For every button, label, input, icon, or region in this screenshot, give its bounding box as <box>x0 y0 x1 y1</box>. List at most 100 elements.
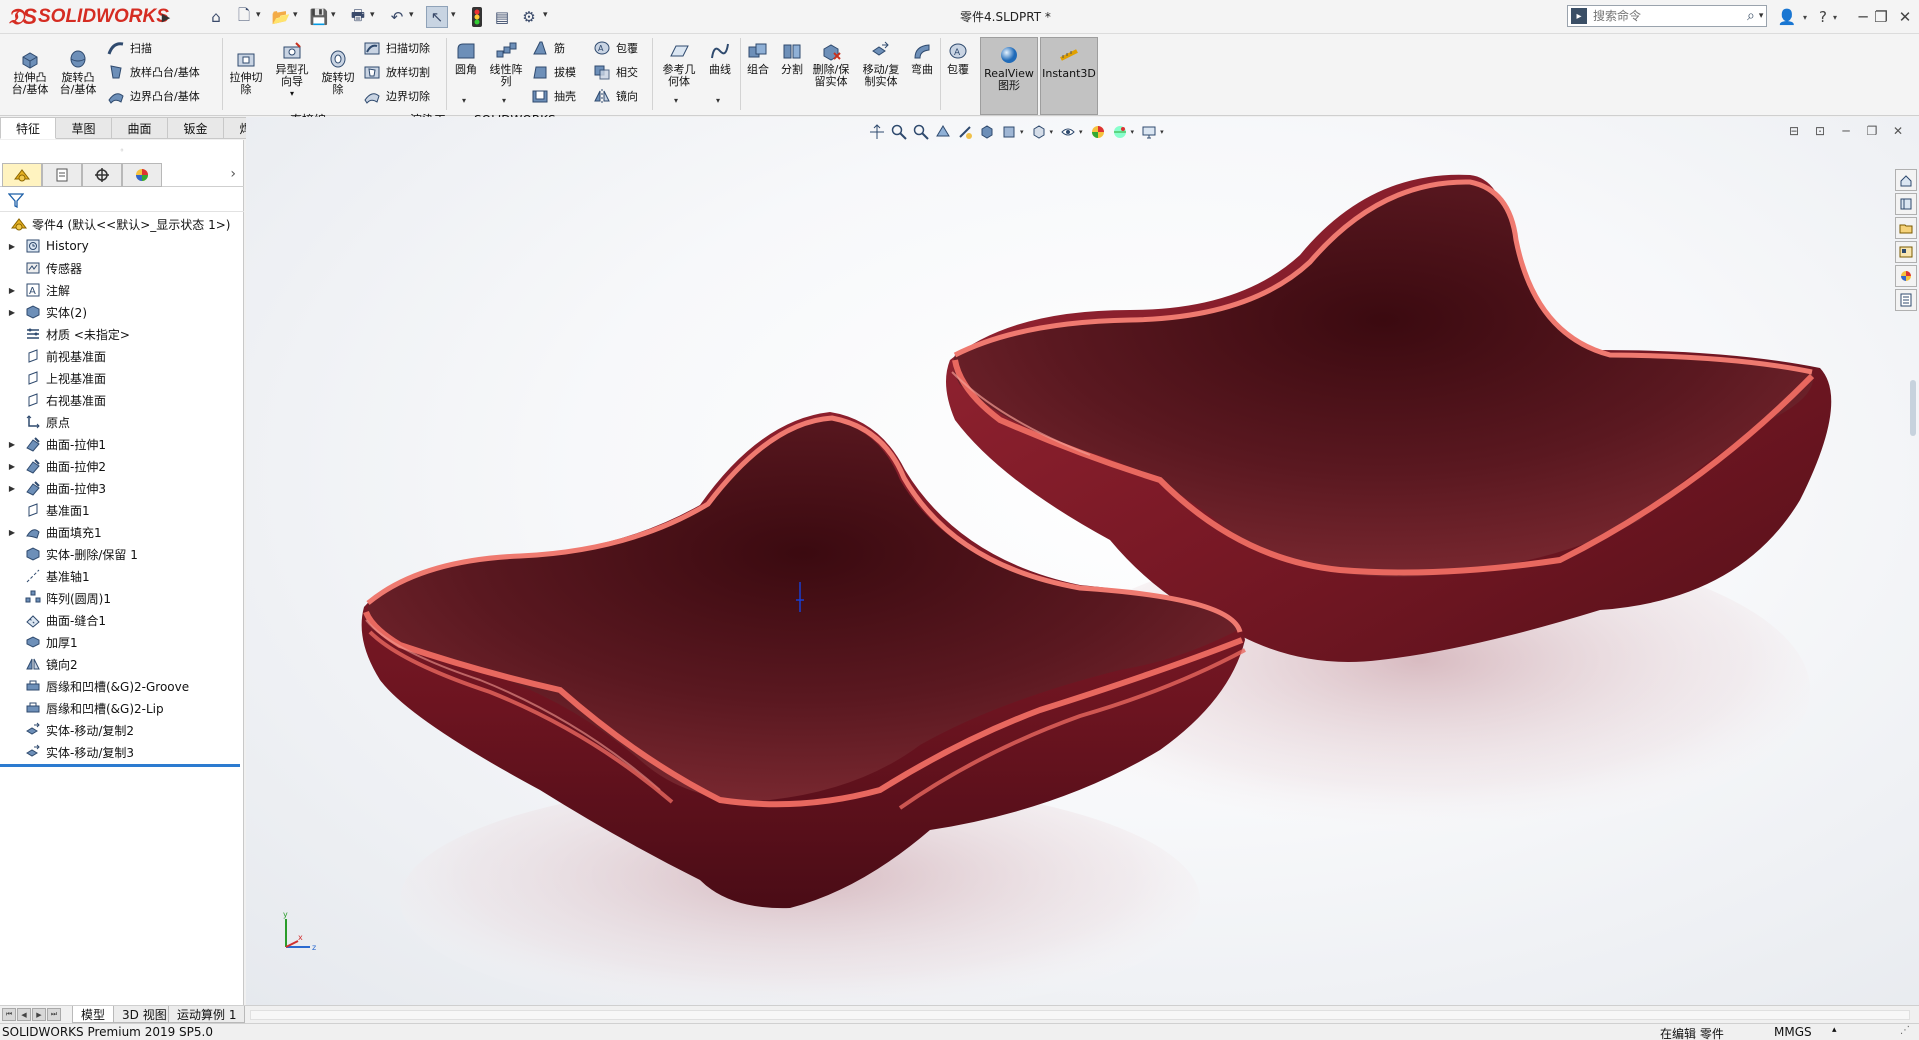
instant3d-button[interactable]: Instant3D <box>1040 37 1098 115</box>
tree-item-6[interactable]: 上视基准面 <box>0 367 244 389</box>
tree-item-9[interactable]: ▶ 曲面-拉伸1 <box>0 433 244 455</box>
feature-manager-tab-icon[interactable] <box>2 163 42 187</box>
tab-3[interactable]: 钣金 <box>168 117 224 139</box>
panel-grip[interactable]: ◦ <box>0 140 244 160</box>
tree-item-15[interactable]: 基准轴1 <box>0 565 244 587</box>
search-command-box[interactable]: ▸ ⌕ ▾ <box>1567 5 1767 27</box>
tree-item-17[interactable]: 曲面-缝合1 <box>0 609 244 631</box>
rib-button[interactable]: 筋 <box>530 38 565 58</box>
loft-boss-button[interactable]: 放样凸台/基体 <box>106 62 200 82</box>
next-tab-icon[interactable]: ▶ <box>32 1008 46 1021</box>
fillet-button[interactable]: 圆角 <box>448 40 484 76</box>
scene-dropdown-icon[interactable]: ▾ <box>1131 128 1135 136</box>
zoom-to-fit-icon[interactable] <box>866 121 888 143</box>
revolve-cut-button[interactable]: 旋转切 除 <box>316 48 360 96</box>
appearances-scenes-icon[interactable] <box>1895 265 1917 287</box>
tab-0[interactable]: 特征 <box>0 117 56 139</box>
view-settings-dropdown-icon[interactable]: ▾ <box>1160 128 1164 136</box>
expand-arrow-icon[interactable]: ▶ <box>6 440 18 449</box>
flex-button[interactable]: 弯曲 <box>906 40 938 76</box>
edit-appearance-icon[interactable] <box>1057 121 1079 143</box>
previous-view-icon[interactable] <box>910 121 932 143</box>
dynamic-annotation-icon[interactable] <box>954 121 976 143</box>
last-tab-icon[interactable]: ⏭ <box>47 1008 61 1021</box>
search-input[interactable] <box>1593 7 1743 25</box>
tree-item-8[interactable]: 原点 <box>0 411 244 433</box>
move-copy-body-button[interactable]: 移动/复 制实体 <box>858 40 904 88</box>
custom-properties-icon[interactable] <box>1895 289 1917 311</box>
filter-icon[interactable] <box>8 192 24 208</box>
wrap-main-button[interactable]: A 包覆 <box>942 40 974 76</box>
tree-item-4[interactable]: 材质 <未指定> <box>0 323 244 345</box>
solidworks-logo[interactable]: 𝔇S SOLIDWORKS <box>8 4 169 29</box>
tree-root-part[interactable]: 零件4 (默认<<默认>_显示状态 1>) <box>0 213 244 235</box>
open-dropdown-icon[interactable]: ▾ <box>293 10 298 20</box>
expand-arrow-icon[interactable]: ▶ <box>6 308 18 317</box>
appearance-dropdown-icon[interactable]: ▾ <box>1079 128 1083 136</box>
extrude-cut-button[interactable]: 拉伸切 除 <box>224 48 268 96</box>
select-dropdown-icon[interactable]: ▾ <box>451 10 456 20</box>
mirror-button[interactable]: 镜向 <box>592 86 638 106</box>
expand-arrow-icon[interactable]: ▶ <box>6 484 18 493</box>
scene-icon[interactable] <box>1109 121 1131 143</box>
curves-dropdown-icon[interactable]: ▾ <box>716 96 720 105</box>
split-button[interactable]: 分割 <box>776 40 808 76</box>
view-palette-icon[interactable] <box>1895 241 1917 263</box>
view-settings-monitor-icon[interactable] <box>1138 121 1160 143</box>
undo-icon[interactable]: ↶ <box>386 6 408 28</box>
bottom-tab-2[interactable]: 运动算例 1 <box>168 1006 246 1023</box>
home-icon[interactable]: ⌂ <box>205 6 227 28</box>
expand-arrow-icon[interactable]: ▶ <box>6 462 18 471</box>
viewport-tile-left-icon[interactable]: ⊟ <box>1781 122 1807 140</box>
prev-tab-icon[interactable]: ◀ <box>17 1008 31 1021</box>
tree-item-3[interactable]: ▶ 实体(2) <box>0 301 244 323</box>
tab-2[interactable]: 曲面 <box>112 117 168 139</box>
search-dropdown-icon[interactable]: ▾ <box>1759 11 1764 21</box>
fillet-dropdown-icon[interactable]: ▾ <box>462 96 466 105</box>
options-dropdown-icon[interactable]: ▾ <box>543 10 548 20</box>
print-dropdown-icon[interactable]: ▾ <box>370 10 375 20</box>
select-pointer-icon[interactable]: ↖ <box>426 6 448 28</box>
realview-button[interactable]: RealView 图形 <box>980 37 1038 115</box>
solidworks-resources-icon[interactable] <box>1895 169 1917 191</box>
revolve-boss-button[interactable]: 旋转凸 台/基体 <box>56 48 100 96</box>
tree-item-7[interactable]: 右视基准面 <box>0 389 244 411</box>
restore-window-icon[interactable]: ❐ <box>1870 6 1892 28</box>
tree-item-22[interactable]: 实体-移动/复制2 <box>0 719 244 741</box>
combine-button[interactable]: 组合 <box>742 40 774 76</box>
curves-button[interactable]: 曲线 <box>702 40 738 76</box>
draft-button[interactable]: 拔模 <box>530 62 576 82</box>
help-dropdown-icon[interactable]: ▾ <box>1830 6 1840 28</box>
hole-wizard-dropdown-icon[interactable]: ▾ <box>290 88 294 100</box>
options-gear-icon[interactable]: ⚙ <box>518 6 540 28</box>
property-manager-tab-icon[interactable] <box>42 163 82 187</box>
delete-keep-body-button[interactable]: 删除/保 留实体 <box>808 40 854 88</box>
boundary-cut-button[interactable]: 边界切除 <box>362 86 430 106</box>
tree-item-2[interactable]: ▶ A 注解 <box>0 279 244 301</box>
close-window-icon[interactable]: ✕ <box>1894 6 1916 28</box>
tree-item-13[interactable]: ▶ 曲面填充1 <box>0 521 244 543</box>
user-account-icon[interactable]: 👤 <box>1776 6 1798 28</box>
tree-item-19[interactable]: 镜向2 <box>0 653 244 675</box>
new-dropdown-icon[interactable]: ▾ <box>256 10 261 20</box>
swept-cut-button[interactable]: 扫描切除 <box>362 38 430 58</box>
tree-item-1[interactable]: 传感器 <box>0 257 244 279</box>
tree-item-14[interactable]: 实体-删除/保留 1 <box>0 543 244 565</box>
shell-button[interactable]: 抽壳 <box>530 86 576 106</box>
file-explorer-icon[interactable] <box>1895 217 1917 239</box>
expand-arrow-icon[interactable]: ▶ <box>6 242 18 251</box>
hole-wizard-button[interactable]: 异型孔 向导 ▾ <box>270 40 314 100</box>
vertical-scroll-thumb[interactable] <box>1910 380 1916 436</box>
undo-dropdown-icon[interactable]: ▾ <box>409 10 414 20</box>
tree-item-0[interactable]: ▶ History <box>0 235 244 257</box>
model-3d-view[interactable] <box>246 117 1919 1005</box>
display-style-icon[interactable] <box>998 121 1020 143</box>
configuration-manager-tab-icon[interactable] <box>82 163 122 187</box>
rebuild-traffic-light-icon[interactable] <box>466 6 488 28</box>
units-dropdown-icon[interactable]: ▴ <box>1832 1025 1837 1035</box>
view-orientation-icon[interactable] <box>976 121 998 143</box>
menu-expand-arrow-icon[interactable]: ▶ <box>159 6 173 28</box>
tree-item-20[interactable]: 唇缘和凹槽(&G)2-Groove <box>0 675 244 697</box>
wrap-button[interactable]: A 包覆 <box>592 38 638 58</box>
extrude-boss-button[interactable]: 拉伸凸 台/基体 <box>8 48 52 96</box>
